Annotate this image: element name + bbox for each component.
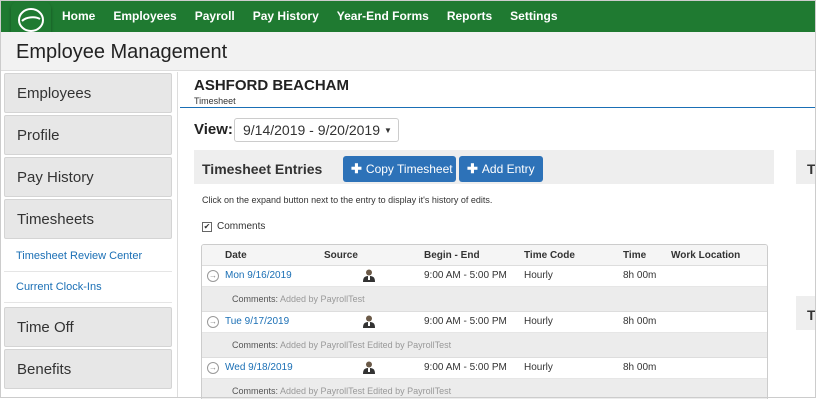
employee-section: Timesheet <box>194 96 236 106</box>
comment-value: Added by PayrollTest Edited by PayrollTe… <box>280 386 452 396</box>
logo-icon <box>18 8 44 32</box>
sidebar-divider <box>177 72 178 398</box>
col-begin-end: Begin - End <box>424 250 480 261</box>
add-entry-button[interactable]: ✚ Add Entry <box>459 156 543 182</box>
header-underline <box>180 107 816 108</box>
entry-time: 8h 00m <box>623 270 657 281</box>
comment-value: Added by PayrollTest Edited by PayrollTe… <box>280 340 452 350</box>
right-panel-title-1: T <box>807 161 816 177</box>
comment-row: Comments: Added by PayrollTest Edited by… <box>202 333 767 358</box>
entry-time: 8h 00m <box>623 362 657 373</box>
comment-label: Comments: <box>232 340 279 350</box>
copy-timesheet-button[interactable]: ✚ Copy Timesheet <box>343 156 456 182</box>
plus-icon: ✚ <box>351 161 362 176</box>
expand-hint-text: Click on the expand button next to the e… <box>202 195 493 205</box>
sidebar-item-employees[interactable]: Employees <box>4 73 172 113</box>
col-time-code: Time Code <box>524 250 575 261</box>
comment-label: Comments: <box>232 386 279 396</box>
timesheet-entries-title: Timesheet Entries <box>202 161 323 177</box>
expand-icon[interactable]: → <box>207 362 219 374</box>
copy-timesheet-label: Copy Timesheet <box>365 162 453 176</box>
nav-employees[interactable]: Employees <box>113 9 176 23</box>
page-header: Employee Management <box>0 32 816 71</box>
sidebar-item-pay-history[interactable]: Pay History <box>4 157 172 197</box>
right-panel-header-1: T <box>796 150 816 184</box>
sidebar-item-benefits[interactable]: Benefits <box>4 349 172 389</box>
col-date: Date <box>225 250 247 261</box>
entry-date-link[interactable]: Mon 9/16/2019 <box>225 270 292 281</box>
user-source-icon <box>363 269 375 282</box>
entry-begin-end: 9:00 AM - 5:00 PM <box>424 316 507 327</box>
entry-begin-end: 9:00 AM - 5:00 PM <box>424 362 507 373</box>
nav-payroll[interactable]: Payroll <box>195 9 235 23</box>
view-label: View: <box>194 121 233 138</box>
comment-row: Comments: Added by PayrollTest Edited by… <box>202 379 767 399</box>
col-source: Source <box>324 250 358 261</box>
date-range-value: 9/14/2019 - 9/20/2019 <box>243 122 381 138</box>
expand-icon[interactable]: → <box>207 316 219 328</box>
employee-name: ASHFORD BEACHAM <box>194 77 349 94</box>
col-work-location: Work Location <box>671 250 741 261</box>
entry-date-link[interactable]: Wed 9/18/2019 <box>225 362 293 373</box>
page-title: Employee Management <box>16 41 228 63</box>
table-row: → Wed 9/18/2019 9:00 AM - 5:00 PM Hourly… <box>202 358 767 379</box>
right-panel-title-2: T <box>807 307 816 323</box>
comment-text: Comments: Added by PayrollTest Edited by… <box>232 386 451 396</box>
sidebar-item-time-off[interactable]: Time Off <box>4 307 172 347</box>
add-entry-label: Add Entry <box>481 162 535 176</box>
comment-text: Comments: Added by PayrollTest Edited by… <box>232 340 451 350</box>
nav-settings[interactable]: Settings <box>510 9 557 23</box>
timesheet-entries-header: Timesheet Entries ✚ Copy Timesheet ✚ Add… <box>194 150 774 184</box>
comment-value: Added by PayrollTest <box>280 294 365 304</box>
top-nav-bar: Home Employees Payroll Pay History Year-… <box>0 0 816 38</box>
right-panel-header-2: T <box>796 296 816 330</box>
comment-text: Comments: Added by PayrollTest <box>232 294 365 304</box>
plus-icon: ✚ <box>467 161 478 176</box>
comments-checkbox[interactable]: ✔ <box>202 222 212 232</box>
caret-down-icon: ▼ <box>384 125 392 135</box>
entry-time-code: Hourly <box>524 270 553 281</box>
table-row: → Mon 9/16/2019 9:00 AM - 5:00 PM Hourly… <box>202 266 767 287</box>
timesheet-table: Date Source Begin - End Time Code Time W… <box>201 244 768 399</box>
nav-reports[interactable]: Reports <box>447 9 492 23</box>
nav-home[interactable]: Home <box>62 9 95 23</box>
main-nav: Home Employees Payroll Pay History Year-… <box>62 0 576 32</box>
nav-pay-history[interactable]: Pay History <box>253 9 319 23</box>
table-header: Date Source Begin - End Time Code Time W… <box>202 245 767 266</box>
table-row: → Tue 9/17/2019 9:00 AM - 5:00 PM Hourly… <box>202 312 767 333</box>
entry-time-code: Hourly <box>524 362 553 373</box>
sidebar-subitem-current-clock-ins[interactable]: Current Clock-Ins <box>4 272 172 303</box>
comment-label: Comments: <box>232 294 279 304</box>
sidebar-subitem-timesheet-review-center[interactable]: Timesheet Review Center <box>4 241 172 272</box>
expand-icon[interactable]: → <box>207 270 219 282</box>
comments-checkbox-label: Comments <box>217 221 266 232</box>
col-time: Time <box>623 250 647 261</box>
nav-year-end-forms[interactable]: Year-End Forms <box>337 9 429 23</box>
sidebar-item-timesheets[interactable]: Timesheets <box>4 199 172 239</box>
user-source-icon <box>363 361 375 374</box>
entry-time: 8h 00m <box>623 316 657 327</box>
sidebar-item-profile[interactable]: Profile <box>4 115 172 155</box>
date-range-dropdown[interactable]: 9/14/2019 - 9/20/2019 ▼ <box>234 118 399 142</box>
comment-row: Comments: Added by PayrollTest <box>202 287 767 312</box>
entry-time-code: Hourly <box>524 316 553 327</box>
entry-begin-end: 9:00 AM - 5:00 PM <box>424 270 507 281</box>
user-source-icon <box>363 315 375 328</box>
entry-date-link[interactable]: Tue 9/17/2019 <box>225 316 289 327</box>
sidebar: Employees Profile Pay History Timesheets… <box>4 73 172 398</box>
